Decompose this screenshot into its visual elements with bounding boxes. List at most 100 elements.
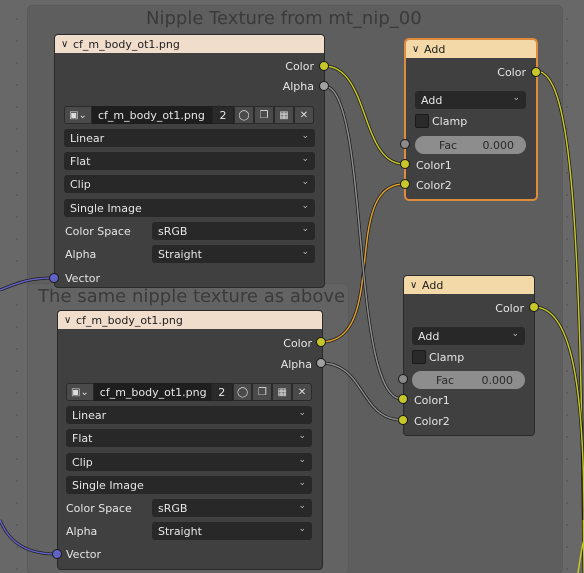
- unlink-image-close-icon[interactable]: ✕: [292, 383, 313, 401]
- projection-dropdown[interactable]: Flat ⌄: [66, 429, 312, 447]
- collapse-chevron-icon[interactable]: ∨: [64, 315, 76, 326]
- node-title: Add: [424, 42, 446, 56]
- blend-mode-dropdown[interactable]: Add ⌄: [412, 327, 525, 345]
- image-browse-icon[interactable]: ▣⌄: [66, 383, 94, 401]
- fake-user-shield-icon[interactable]: ◯: [234, 106, 254, 124]
- chevron-down-icon: ⌄: [301, 201, 309, 211]
- node-title: cf_m_body_ot1.png: [73, 37, 180, 51]
- image-users-count[interactable]: 2: [210, 383, 233, 401]
- chevron-down-icon: ⌄: [298, 478, 306, 488]
- fac-value: 0.000: [482, 138, 515, 152]
- input-vector-label: Vector: [65, 272, 101, 285]
- output-color-label: Color: [495, 302, 524, 315]
- source-dropdown[interactable]: Single Image ⌄: [66, 476, 312, 494]
- chevron-down-icon: ⌄: [301, 247, 309, 257]
- chevron-down-icon: ⌄: [298, 408, 306, 418]
- open-image-icon[interactable]: ▦: [272, 383, 293, 401]
- add2-color1-input-socket[interactable]: [398, 394, 408, 404]
- chevron-down-icon: ⌄: [301, 131, 309, 141]
- output-color-label: Color: [497, 66, 526, 79]
- extension-dropdown[interactable]: Clip ⌄: [64, 175, 315, 193]
- image-texture-node-2[interactable]: ∨ cf_m_body_ot1.png Color Alpha ▣⌄ cf_m_…: [57, 310, 323, 570]
- mix-add-node-1[interactable]: ∨ Add Color Add ⌄ Clamp Fac 0.000 Color1 …: [405, 39, 537, 200]
- input-color2-label: Color2: [414, 415, 450, 428]
- add2-color2-input-socket[interactable]: [398, 415, 408, 425]
- output-alpha-label: Alpha: [282, 80, 314, 93]
- collapse-chevron-icon[interactable]: ∨: [61, 39, 73, 50]
- image2-alpha-output-socket[interactable]: [316, 358, 326, 368]
- input-vector-label: Vector: [66, 548, 102, 561]
- chevron-down-icon: ⌄: [301, 154, 309, 164]
- output-color-label: Color: [285, 60, 314, 73]
- node-title: cf_m_body_ot1.png: [76, 313, 183, 327]
- projection-dropdown[interactable]: Flat ⌄: [64, 152, 315, 170]
- color-space-dropdown[interactable]: sRGB ⌄: [152, 499, 312, 517]
- image1-vector-input-socket[interactable]: [49, 273, 59, 283]
- fac-slider[interactable]: Fac 0.000: [412, 371, 525, 389]
- image-selector-row: ▣⌄ cf_m_body_ot1.png 2 ◯ ❐ ▦ ✕: [66, 382, 313, 402]
- input-color1-label: Color1: [414, 394, 450, 407]
- image-selector-row: ▣⌄ cf_m_body_ot1.png 2 ◯ ❐ ▦ ✕: [64, 105, 314, 125]
- add1-color2-input-socket[interactable]: [400, 179, 410, 189]
- duplicate-image-icon[interactable]: ❐: [254, 106, 274, 124]
- node-header[interactable]: ∨ Add: [406, 40, 536, 58]
- fac-label: Fac: [439, 138, 458, 152]
- chevron-down-icon: ⌄: [511, 329, 519, 339]
- mix-add-node-2[interactable]: ∨ Add Color Add ⌄ Clamp Fac 0.000 Color1 …: [403, 275, 535, 436]
- add2-color-output-socket[interactable]: [529, 302, 539, 312]
- add1-fac-input-socket[interactable]: [400, 139, 410, 149]
- add2-fac-input-socket[interactable]: [398, 374, 408, 384]
- open-image-icon[interactable]: ▦: [274, 106, 294, 124]
- collapse-chevron-icon[interactable]: ∨: [410, 280, 422, 291]
- add1-color-output-socket[interactable]: [531, 67, 541, 77]
- unlink-image-close-icon[interactable]: ✕: [294, 106, 314, 124]
- output-color-label: Color: [283, 337, 312, 350]
- alpha-mode-label: Alpha: [65, 248, 97, 261]
- fake-user-shield-icon[interactable]: ◯: [232, 383, 253, 401]
- output-alpha-label: Alpha: [280, 358, 312, 371]
- color-space-dropdown[interactable]: sRGB ⌄: [152, 222, 315, 240]
- link-vector-to-image1: [0, 276, 55, 292]
- node-header[interactable]: ∨ cf_m_body_ot1.png: [55, 35, 324, 53]
- clamp-label: Clamp: [429, 351, 465, 364]
- link-add2-out: [533, 305, 584, 521]
- fac-slider[interactable]: Fac 0.000: [415, 136, 526, 154]
- image2-color-output-socket[interactable]: [316, 337, 326, 347]
- chevron-down-icon: ⌄: [298, 524, 306, 534]
- image1-color-output-socket[interactable]: [319, 61, 329, 71]
- node-header[interactable]: ∨ cf_m_body_ot1.png: [58, 311, 322, 329]
- image2-vector-input-socket[interactable]: [52, 549, 62, 559]
- color-space-label: Color Space: [66, 502, 132, 515]
- link-add1-out: [535, 69, 584, 573]
- blend-mode-dropdown[interactable]: Add ⌄: [415, 91, 526, 109]
- alpha-mode-dropdown[interactable]: Straight ⌄: [152, 245, 315, 263]
- interpolation-dropdown[interactable]: Linear ⌄: [64, 129, 315, 147]
- link-image1-alpha-to-add2-color1: [323, 84, 403, 401]
- alpha-mode-label: Alpha: [66, 525, 98, 538]
- chevron-down-icon: ⌄: [301, 177, 309, 187]
- input-color1-label: Color1: [416, 159, 452, 172]
- extension-dropdown[interactable]: Clip ⌄: [66, 453, 312, 471]
- chevron-down-icon: ⌄: [298, 501, 306, 511]
- collapse-chevron-icon[interactable]: ∨: [412, 44, 424, 55]
- interpolation-dropdown[interactable]: Linear ⌄: [66, 406, 312, 424]
- duplicate-image-icon[interactable]: ❐: [252, 383, 273, 401]
- clamp-checkbox[interactable]: [415, 114, 429, 128]
- image-name-field[interactable]: cf_m_body_ot1.png: [93, 383, 211, 401]
- clamp-label: Clamp: [432, 115, 468, 128]
- image1-alpha-output-socket[interactable]: [319, 81, 329, 91]
- image-name-field[interactable]: cf_m_body_ot1.png: [92, 106, 212, 124]
- add1-color1-input-socket[interactable]: [400, 159, 410, 169]
- clamp-checkbox[interactable]: [412, 350, 426, 364]
- chevron-down-icon: ⌄: [301, 224, 309, 234]
- alpha-mode-dropdown[interactable]: Straight ⌄: [152, 522, 312, 540]
- color-space-label: Color Space: [65, 225, 131, 238]
- fac-label: Fac: [436, 373, 455, 387]
- source-dropdown[interactable]: Single Image ⌄: [64, 199, 315, 217]
- image-texture-node-1[interactable]: ∨ cf_m_body_ot1.png Color Alpha ▣⌄ cf_m_…: [54, 34, 325, 288]
- node-header[interactable]: ∨ Add: [404, 276, 534, 294]
- image-users-count[interactable]: 2: [212, 106, 234, 124]
- image-browse-icon[interactable]: ▣⌄: [64, 106, 92, 124]
- chevron-down-icon: ⌄: [298, 455, 306, 465]
- fac-value: 0.000: [481, 373, 514, 387]
